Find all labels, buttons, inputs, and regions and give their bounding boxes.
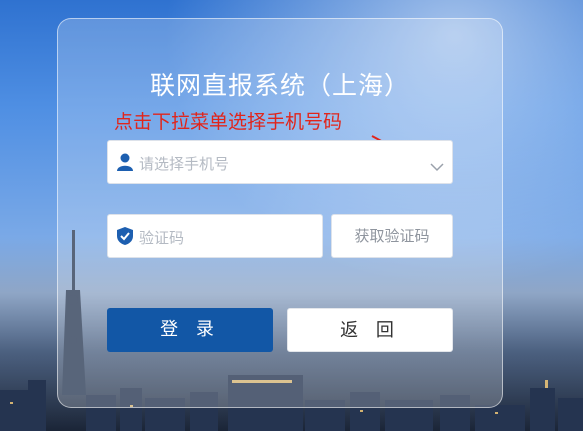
get-code-button[interactable]: 获取验证码 (331, 214, 453, 258)
back-button[interactable]: 返 回 (287, 308, 453, 352)
login-button[interactable]: 登 录 (107, 308, 273, 352)
phone-select-placeholder: 请选择手机号 (139, 155, 230, 173)
instruction-annotation: 点击下拉菜单选择手机号码 (114, 111, 343, 133)
code-placeholder: 验证码 (139, 229, 185, 247)
page-title: 联网直报系统（上海） (149, 71, 410, 100)
chevron-down-icon[interactable] (430, 157, 444, 172)
shield-check-icon (115, 226, 135, 246)
phone-number-select[interactable]: 请选择手机号 (107, 140, 453, 184)
verification-code-input[interactable]: 验证码 (107, 214, 323, 258)
user-icon (115, 152, 135, 172)
